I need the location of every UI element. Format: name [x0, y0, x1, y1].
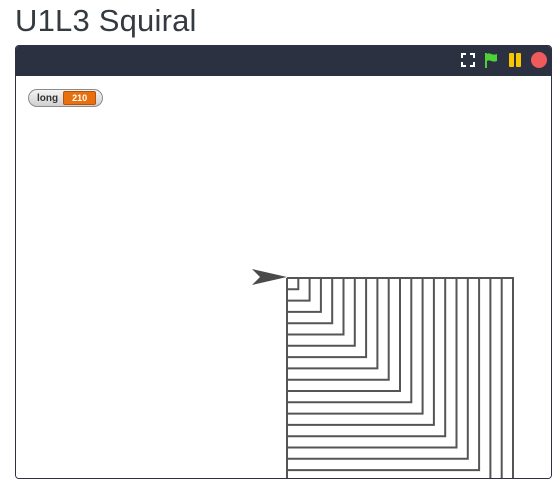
squiral-segment	[287, 277, 300, 291]
stage[interactable]: long 210	[16, 76, 551, 478]
green-flag-icon[interactable]	[482, 51, 500, 69]
squiral-segment	[287, 277, 413, 404]
squiral-segment	[287, 277, 481, 472]
squiral-segment	[287, 277, 345, 336]
pause-icon[interactable]	[506, 51, 524, 69]
fullscreen-icon[interactable]	[459, 51, 477, 69]
turtle-sprite-icon	[252, 269, 287, 285]
player-toolbar	[16, 46, 551, 76]
squiral-segment	[287, 277, 458, 449]
page-title: U1L3 Squiral	[15, 3, 197, 38]
snap-player: long 210	[15, 45, 552, 479]
stop-icon[interactable]	[530, 51, 548, 69]
pen-trails	[252, 269, 514, 478]
squiral-segment	[287, 277, 390, 381]
squiral-segment	[287, 277, 322, 313]
squiral-drawing	[286, 277, 514, 478]
